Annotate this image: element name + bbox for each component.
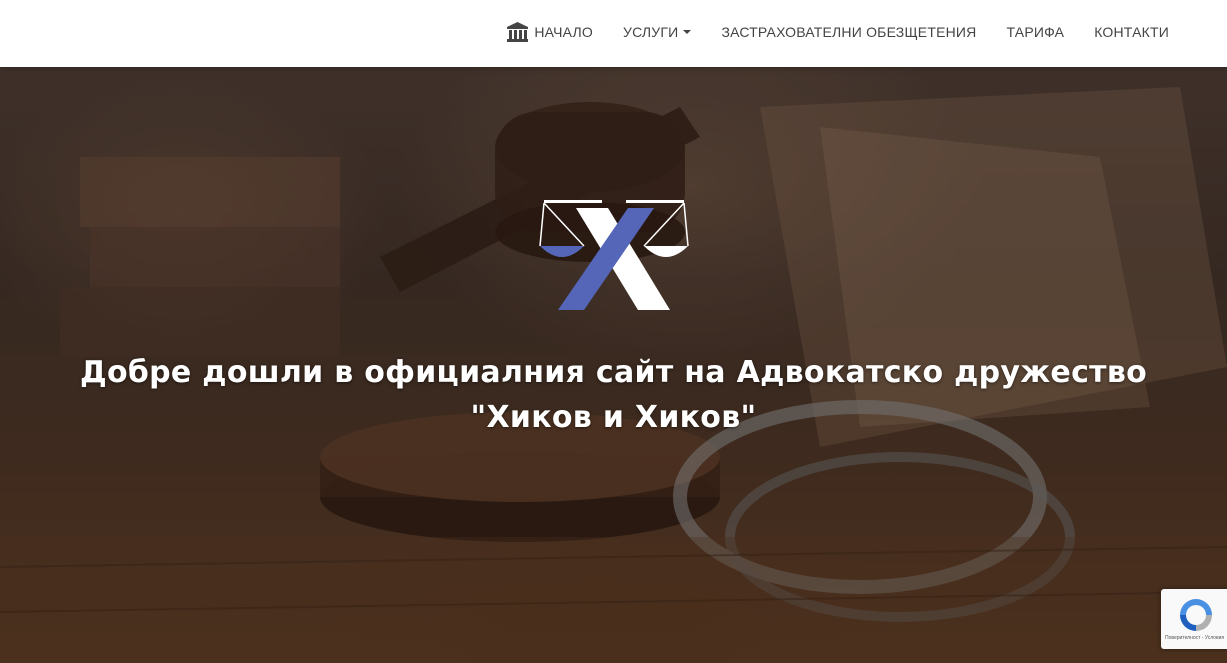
nav-services-label: УСЛУГИ — [622, 24, 679, 40]
main-menu: НАЧАЛО УСЛУГИ ЗАСТРАХОВАТЕЛНИ ОБЕЗЩЕТЕНИ… — [506, 0, 1169, 64]
nav-item-services[interactable]: УСЛУГИ — [622, 24, 692, 40]
nav-item-insurance[interactable]: ЗАСТРАХОВАТЕЛНИ ОБЕЗЩЕТЕНИЯ — [721, 24, 976, 40]
nav-item-home[interactable]: НАЧАЛО — [506, 21, 593, 43]
nav-tariff-label: ТАРИФА — [1006, 24, 1065, 40]
nav-insurance-label: ЗАСТРАХОВАТЕЛНИ ОБЕЗЩЕТЕНИЯ — [721, 24, 977, 40]
hero-title-line1: Добре дошли в официалния сайт на Адвокат… — [79, 355, 1148, 390]
recaptcha-icon — [1180, 599, 1212, 631]
nav-contacts-label: КОНТАКТИ — [1094, 24, 1169, 40]
bank-icon — [507, 22, 529, 42]
top-navbar: НАЧАЛО УСЛУГИ ЗАСТРАХОВАТЕЛНИ ОБЕЗЩЕТЕНИ… — [0, 0, 1227, 67]
nav-item-contacts[interactable]: КОНТАКТИ — [1094, 24, 1169, 40]
recaptcha-privacy-text: Поверителност - Условия — [1165, 635, 1225, 641]
scales-x-logo — [539, 200, 689, 310]
hero-title: Добре дошли в официалния сайт на Адвокат… — [60, 350, 1167, 440]
nav-item-tariff[interactable]: ТАРИФА — [1007, 24, 1065, 40]
nav-home-label: НАЧАЛО — [534, 24, 593, 40]
hero-title-line2: "Хиков и Хиков" — [470, 400, 757, 435]
recaptcha-badge[interactable]: Поверителност - Условия — [1161, 589, 1227, 649]
hero-section: Добре дошли в официалния сайт на Адвокат… — [0, 67, 1227, 663]
caret-down-icon — [683, 30, 692, 34]
